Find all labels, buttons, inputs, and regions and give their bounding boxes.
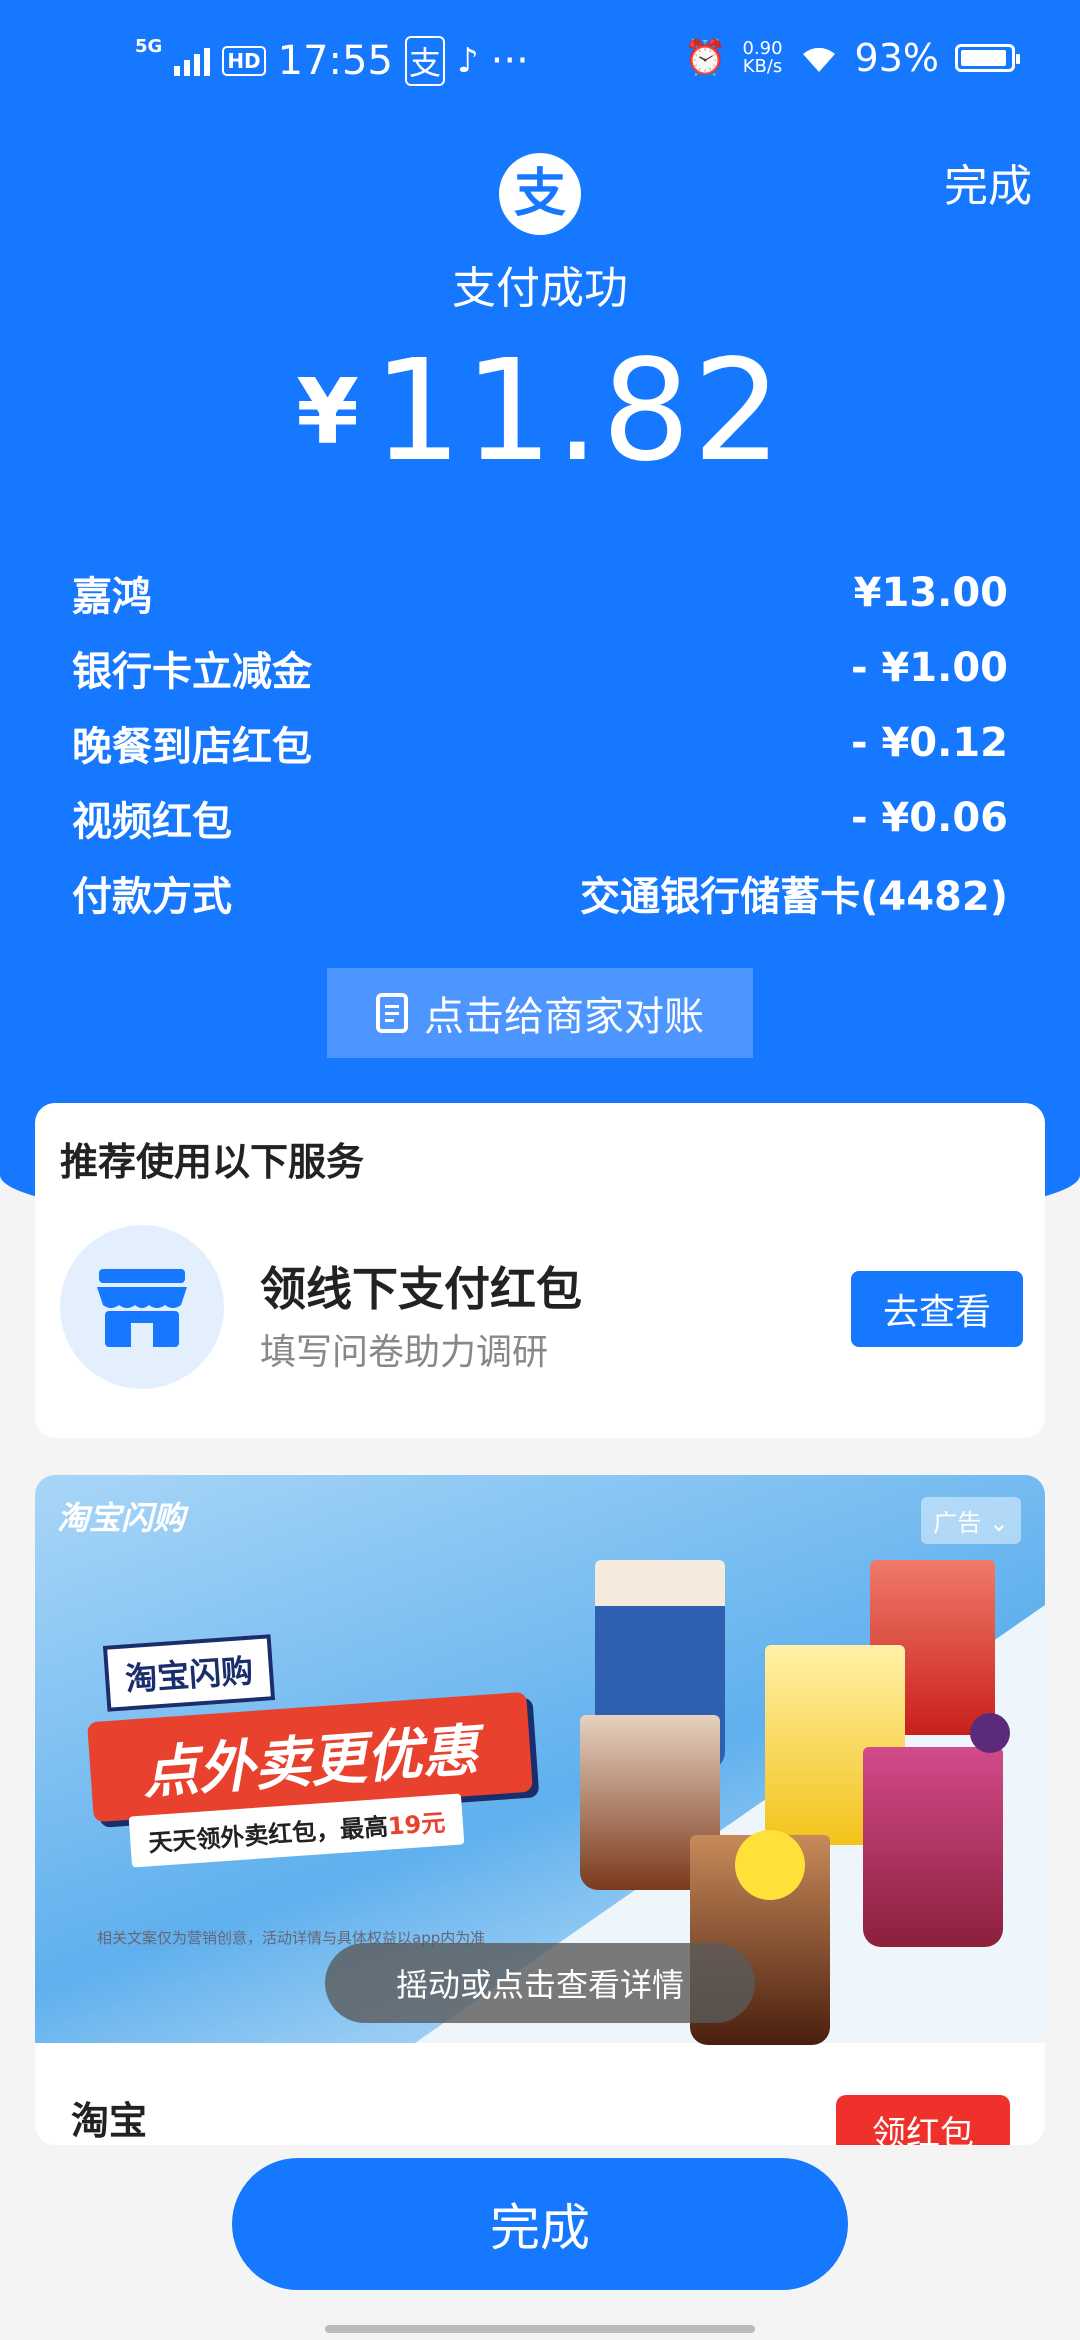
recommended-services-card: 推荐使用以下服务 领线下支付红包 填写问卷助力调研 去查看 [35, 1103, 1045, 1438]
home-indicator[interactable] [325, 2325, 755, 2333]
battery-icon [955, 44, 1020, 72]
payment-amount: ¥11.82 [0, 330, 1080, 493]
detail-value: - ¥1.00 [850, 644, 1008, 691]
ad-card[interactable]: 淘宝闪购 广告 ⌄ 淘宝闪购 点外卖更优惠 天天领外卖红包，最高19元 相关文案… [35, 1475, 1045, 2145]
detail-value: ¥13.00 [853, 569, 1008, 616]
net-speed-unit: KB/s [742, 56, 783, 77]
battery-fill [961, 50, 1006, 66]
detail-label: 晚餐到店红包 [72, 723, 312, 770]
done-top-button[interactable]: 完成 [944, 150, 1032, 214]
ad-brand-label: 淘宝闪购 [57, 1499, 186, 1537]
currency-symbol: ¥ [296, 360, 359, 465]
reconcile-button[interactable]: 点击给商家对账 [327, 968, 753, 1058]
net-speed: 0.90 KB/s [742, 40, 782, 76]
ad-merchant-name: 淘宝 [71, 2099, 148, 2143]
detail-row-dinner-coupon: 晚餐到店红包 - ¥0.12 [72, 705, 1008, 780]
detail-row-video-coupon: 视频红包 - ¥0.06 [72, 780, 1008, 855]
detail-row-payment-method[interactable]: 付款方式 交通银行储蓄卡(4482) [72, 855, 1008, 930]
service-title: 领线下支付红包 [260, 1262, 582, 1316]
shake-hint[interactable]: 摇动或点击查看详情 [325, 1943, 755, 2023]
get-coupon-button[interactable]: 领红包 [836, 2095, 1010, 2145]
ad-tag-dropdown[interactable]: 广告 ⌄ [921, 1497, 1021, 1544]
detail-value: - ¥0.12 [850, 719, 1008, 766]
detail-row-merchant: 嘉鸿 ¥13.00 [72, 555, 1008, 630]
battery-percent: 93% [854, 36, 939, 80]
store-icon-container [60, 1225, 224, 1389]
more-notifications-icon: ··· [490, 38, 529, 84]
berries-icon [970, 1713, 1010, 1753]
detail-row-bank-discount: 银行卡立减金 - ¥1.00 [72, 630, 1008, 705]
payment-success-title: 支付成功 [452, 263, 628, 314]
services-title: 推荐使用以下服务 [60, 1140, 365, 1184]
network-label: 5G [135, 36, 163, 57]
hd-badge: HD [222, 46, 266, 76]
service-subtitle: 填写问卷助力调研 [260, 1332, 549, 1373]
detail-label: 视频红包 [72, 798, 232, 845]
alarm-icon: ⏰ [684, 38, 727, 78]
detail-label: 付款方式 [72, 873, 232, 920]
document-icon [376, 993, 408, 1033]
detail-label: 嘉鸿 [72, 573, 152, 620]
lemon-icon [735, 1830, 805, 1900]
detail-value: - ¥0.06 [850, 794, 1008, 841]
chevron-down-icon: ⌄ [988, 1509, 1009, 1537]
alipay-logo-icon: 支 [499, 153, 581, 235]
wifi-icon [802, 47, 835, 72]
ad-tag-label: 广告 [933, 1509, 982, 1537]
view-service-button[interactable]: 去查看 [851, 1271, 1023, 1347]
drink-cup-icon [863, 1747, 1003, 1947]
alipay-notification-icon: 支 [404, 36, 445, 86]
tiktok-icon: ♪ [456, 41, 479, 81]
reconcile-label: 点击给商家对账 [424, 994, 704, 1040]
detail-value: 交通银行储蓄卡(4482) [580, 873, 1008, 920]
signal-icon [174, 46, 211, 76]
ad-subline-text: 天天领外卖红包，最高 [147, 1812, 389, 1858]
detail-label: 银行卡立减金 [72, 648, 312, 695]
store-icon [97, 1269, 187, 1347]
payment-details: 嘉鸿 ¥13.00 银行卡立减金 - ¥1.00 晚餐到店红包 - ¥0.12 … [72, 555, 1008, 930]
ad-image[interactable]: 淘宝闪购 广告 ⌄ 淘宝闪购 点外卖更优惠 天天领外卖红包，最高19元 相关文案… [35, 1475, 1045, 2045]
ad-banner-tag: 淘宝闪购 [102, 1634, 276, 1712]
status-bar: 5G HD 17:55 支 ♪ ··· ⏰ 0.90 KB/s 93% [0, 0, 1080, 120]
clock: 17:55 [277, 38, 393, 84]
ad-subline-highlight: 19元 [386, 1808, 447, 1841]
amount-value: 11.82 [372, 330, 784, 493]
done-button[interactable]: 完成 [232, 2158, 848, 2290]
